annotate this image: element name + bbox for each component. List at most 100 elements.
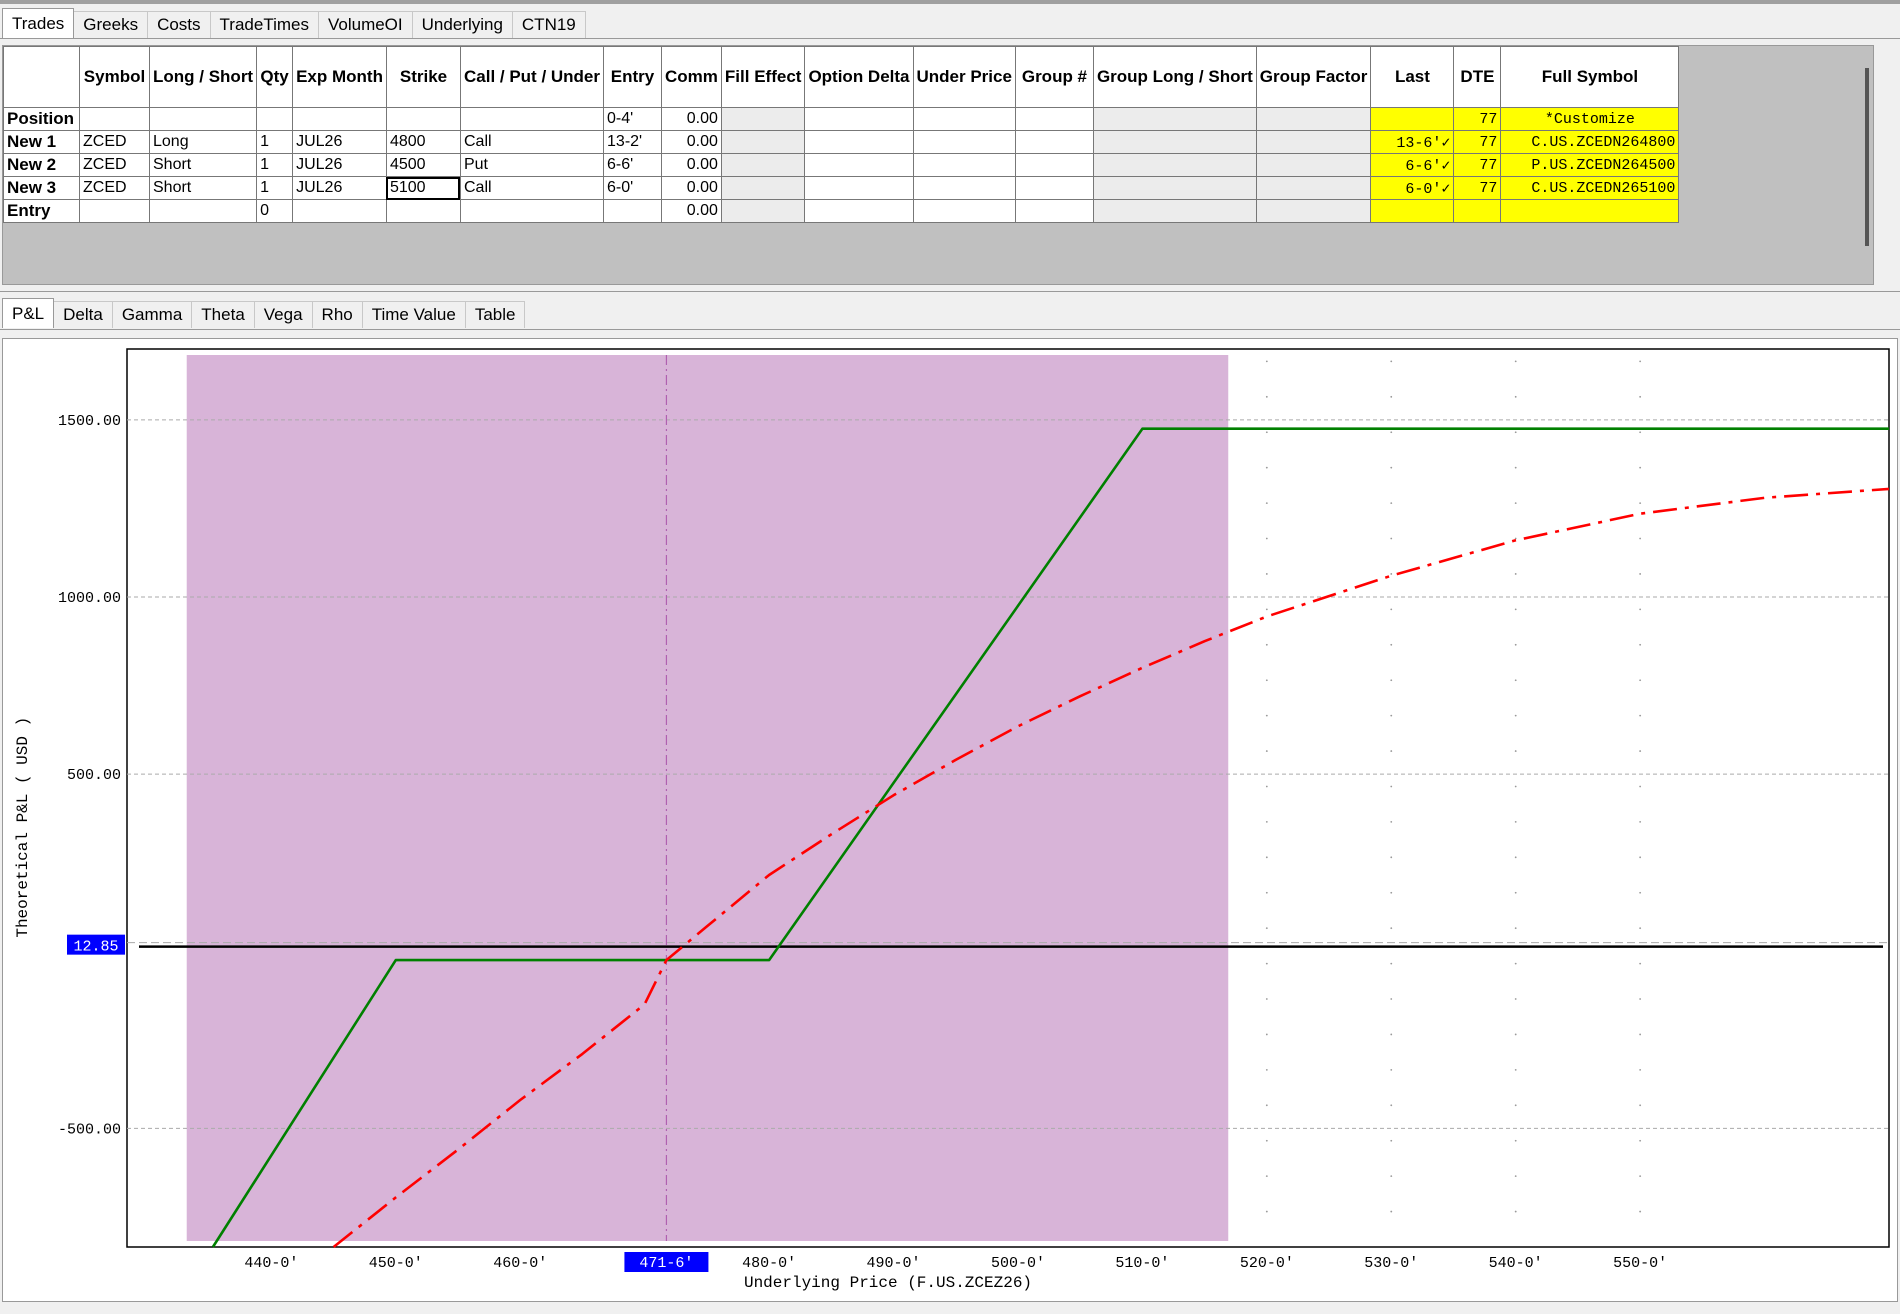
comm-cell[interactable]: 0.00 — [661, 199, 722, 223]
table-scrollbar[interactable] — [1865, 68, 1869, 246]
under-price-cell[interactable] — [912, 107, 1016, 131]
long-short-cell[interactable]: Short — [148, 153, 258, 177]
strike-cell[interactable] — [385, 199, 461, 223]
group-factor-cell[interactable] — [1255, 107, 1372, 131]
entry-cell[interactable]: 13-2' — [603, 130, 663, 154]
call-put-cell[interactable] — [459, 199, 605, 223]
group-number-cell[interactable] — [1014, 176, 1094, 200]
full-symbol-cell[interactable]: P.US.ZCEDN264500 — [1500, 153, 1680, 177]
strike-cell[interactable]: 5100 — [385, 176, 461, 200]
option-delta-cell[interactable] — [804, 176, 914, 200]
last-cell[interactable] — [1370, 199, 1455, 223]
fill-effect-cell[interactable] — [720, 130, 806, 154]
last-cell[interactable]: 6-0'✓ — [1370, 176, 1455, 200]
strike-cell[interactable]: 4800 — [385, 130, 461, 154]
call-put-cell[interactable]: Put — [459, 153, 605, 177]
qty-cell[interactable]: 1 — [256, 153, 294, 177]
group-number-cell[interactable] — [1014, 153, 1094, 177]
group-factor-cell[interactable] — [1255, 176, 1372, 200]
chart-tab-pandl[interactable]: P&L — [2, 298, 55, 328]
symbol-cell[interactable] — [79, 199, 150, 223]
column-header-full-symbol[interactable]: Full Symbol — [1500, 46, 1680, 108]
group-factor-cell[interactable] — [1255, 153, 1372, 177]
group-factor-cell[interactable] — [1255, 130, 1372, 154]
qty-cell[interactable] — [256, 107, 294, 131]
long-short-cell[interactable]: Long — [148, 130, 258, 154]
entry-cell[interactable] — [603, 199, 663, 223]
under-price-cell[interactable] — [912, 130, 1016, 154]
strike-cell[interactable] — [385, 107, 461, 131]
fill-effect-cell[interactable] — [720, 153, 806, 177]
group-long-short-cell[interactable] — [1092, 153, 1257, 177]
qty-cell[interactable]: 1 — [256, 130, 294, 154]
dte-cell[interactable]: 77 — [1453, 130, 1502, 154]
column-header-qty[interactable]: Qty — [256, 46, 294, 108]
last-cell[interactable]: 13-6'✓ — [1370, 130, 1455, 154]
column-header-corner[interactable] — [3, 46, 80, 108]
last-cell[interactable] — [1370, 107, 1455, 131]
chart-tab-delta[interactable]: Delta — [53, 301, 113, 328]
full-symbol-cell[interactable] — [1500, 199, 1680, 223]
full-symbol-cell[interactable]: C.US.ZCEDN265100 — [1500, 176, 1680, 200]
tab-costs[interactable]: Costs — [147, 11, 211, 38]
entry-cell[interactable]: 0-4' — [603, 107, 663, 131]
dte-cell[interactable]: 77 — [1453, 153, 1502, 177]
long-short-cell[interactable] — [148, 199, 258, 223]
exp-month-cell[interactable]: JUL26 — [292, 130, 387, 154]
group-long-short-cell[interactable] — [1092, 176, 1257, 200]
dte-cell[interactable]: 77 — [1453, 107, 1502, 131]
chart-tab-gamma[interactable]: Gamma — [111, 301, 193, 328]
tab-trades[interactable]: Trades — [2, 8, 75, 38]
group-number-cell[interactable] — [1014, 107, 1094, 131]
option-delta-cell[interactable] — [804, 199, 914, 223]
last-cell[interactable]: 6-6'✓ — [1370, 153, 1455, 177]
comm-cell[interactable]: 0.00 — [661, 176, 722, 200]
chart-tab-time-value[interactable]: Time Value — [361, 301, 466, 328]
qty-cell[interactable]: 0 — [256, 199, 294, 223]
tab-tradetimes[interactable]: TradeTimes — [209, 11, 319, 38]
group-long-short-cell[interactable] — [1092, 130, 1257, 154]
column-header-strike[interactable]: Strike — [385, 46, 461, 108]
column-header-entry[interactable]: Entry — [603, 46, 663, 108]
column-header-group-factor[interactable]: Group Factor — [1255, 46, 1372, 108]
pnl-chart[interactable]: 1500.00 1000.00 500.00 -500.00 12.85 440-0' 45… — [3, 339, 1897, 1301]
entry-cell[interactable]: 6-0' — [603, 176, 663, 200]
comm-cell[interactable]: 0.00 — [661, 130, 722, 154]
exp-month-cell[interactable] — [292, 107, 387, 131]
column-header-exp-month[interactable]: Exp Month — [292, 46, 387, 108]
tab-underlying[interactable]: Underlying — [411, 11, 513, 38]
dte-cell[interactable]: 77 — [1453, 176, 1502, 200]
qty-cell[interactable]: 1 — [256, 176, 294, 200]
column-header-symbol[interactable]: Symbol — [79, 46, 150, 108]
under-price-cell[interactable] — [912, 199, 1016, 223]
group-number-cell[interactable] — [1014, 199, 1094, 223]
full-symbol-cell[interactable]: C.US.ZCEDN264800 — [1500, 130, 1680, 154]
full-symbol-cell[interactable]: *Customize — [1500, 107, 1680, 131]
column-header-under-price[interactable]: Under Price — [912, 46, 1016, 108]
option-delta-cell[interactable] — [804, 130, 914, 154]
symbol-cell[interactable]: ZCED — [79, 130, 150, 154]
group-factor-cell[interactable] — [1255, 199, 1372, 223]
entry-cell[interactable]: 6-6' — [603, 153, 663, 177]
long-short-cell[interactable]: Short — [148, 176, 258, 200]
column-header-long-short[interactable]: Long / Short — [148, 46, 258, 108]
column-header-group[interactable]: Group # — [1014, 46, 1094, 108]
exp-month-cell[interactable] — [292, 199, 387, 223]
dte-cell[interactable] — [1453, 199, 1502, 223]
symbol-cell[interactable]: ZCED — [79, 176, 150, 200]
under-price-cell[interactable] — [912, 176, 1016, 200]
strike-cell[interactable]: 4500 — [385, 153, 461, 177]
group-long-short-cell[interactable] — [1092, 199, 1257, 223]
group-long-short-cell[interactable] — [1092, 107, 1257, 131]
chart-tab-rho[interactable]: Rho — [311, 301, 363, 328]
column-header-option-delta[interactable]: Option Delta — [804, 46, 914, 108]
column-header-fill-effect[interactable]: Fill Effect — [720, 46, 806, 108]
fill-effect-cell[interactable] — [720, 107, 806, 131]
comm-cell[interactable]: 0.00 — [661, 107, 722, 131]
call-put-cell[interactable]: Call — [459, 176, 605, 200]
comm-cell[interactable]: 0.00 — [661, 153, 722, 177]
option-delta-cell[interactable] — [804, 107, 914, 131]
fill-effect-cell[interactable] — [720, 199, 806, 223]
group-number-cell[interactable] — [1014, 130, 1094, 154]
column-header-last[interactable]: Last — [1370, 46, 1455, 108]
